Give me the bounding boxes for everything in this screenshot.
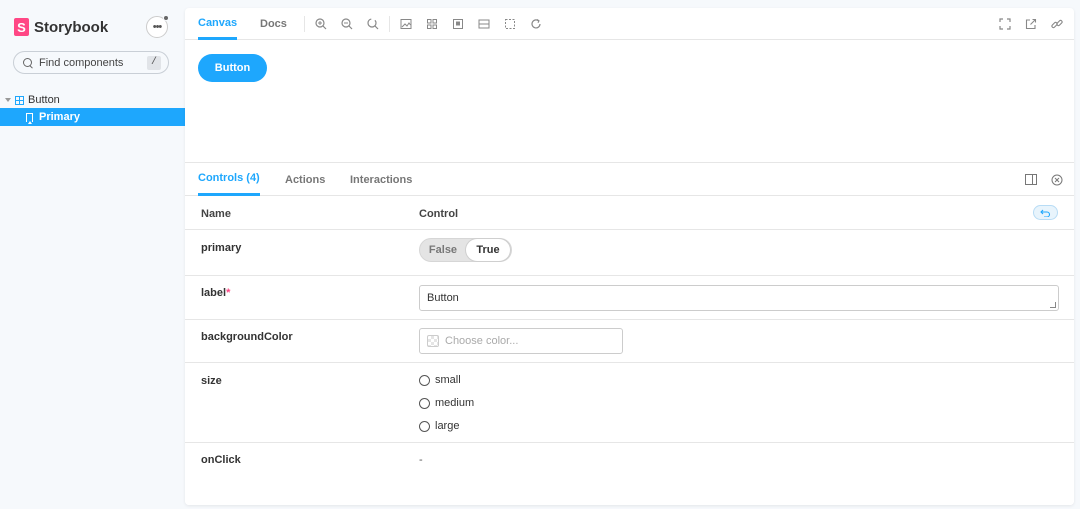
toolbar: Canvas Docs (185, 8, 1074, 40)
search-placeholder: Find components (39, 56, 124, 69)
radio-label: small (435, 374, 461, 386)
column-header-name: Name (201, 208, 231, 220)
addons-panel: Controls (4) Actions Interactions Name C… (185, 162, 1074, 505)
undo-icon (1040, 209, 1051, 217)
storybook-logo-icon: S (14, 18, 29, 36)
tab-canvas[interactable]: Canvas (198, 8, 238, 40)
control-row-size: size small medium large (185, 363, 1074, 443)
grid-icon[interactable] (425, 17, 439, 31)
tab-interactions[interactable]: Interactions (350, 163, 412, 196)
bookmark-icon (26, 112, 33, 124)
addon-tabs: Controls (4) Actions Interactions (185, 163, 1074, 196)
controls-table-header: Name Control (185, 196, 1074, 230)
required-marker: * (226, 287, 231, 299)
control-name: size (201, 375, 222, 387)
radio-button[interactable] (419, 397, 430, 409)
toggle-false-option[interactable]: False (420, 244, 466, 256)
control-name: backgroundColor (201, 331, 293, 343)
control-row-onClick: onClick - (185, 443, 1074, 505)
tab-actions[interactable]: Actions (285, 163, 325, 196)
radio-option-medium[interactable]: medium (419, 397, 474, 409)
tree-item-label: Primary (39, 111, 80, 123)
zoom-in-icon[interactable] (314, 17, 328, 31)
toolbar-divider (304, 16, 305, 32)
color-picker-field[interactable]: Choose color... (419, 328, 623, 354)
control-name: onClick (201, 454, 241, 466)
radio-button[interactable] (419, 420, 430, 432)
measure-icon[interactable] (477, 17, 491, 31)
toolbar-divider (389, 16, 390, 32)
remount-icon[interactable] (529, 17, 543, 31)
boolean-toggle[interactable]: False True (419, 238, 512, 262)
close-panel-icon[interactable] (1050, 173, 1063, 186)
radio-label: medium (435, 397, 475, 409)
label-text-field[interactable]: Button (419, 285, 1059, 311)
radio-button[interactable] (419, 374, 430, 386)
demo-primary-button[interactable]: Button (198, 54, 267, 82)
zoom-out-icon[interactable] (340, 17, 354, 31)
column-header-control: Control (419, 208, 459, 220)
chevron-down-icon (5, 98, 11, 102)
viewport-icon[interactable] (451, 17, 465, 31)
tab-docs[interactable]: Docs (260, 8, 287, 40)
control-name: primary (201, 242, 242, 254)
control-name-text: label (201, 287, 227, 299)
zoom-reset-icon[interactable] (366, 17, 380, 31)
color-swatch-icon[interactable] (427, 335, 439, 347)
radio-option-small[interactable]: small (419, 374, 461, 386)
open-new-tab-icon[interactable] (1024, 17, 1038, 31)
story-canvas: Button (185, 40, 1074, 162)
storybook-logo[interactable]: S Storybook (14, 17, 108, 37)
component-icon (15, 95, 24, 105)
control-name: label* (201, 287, 230, 299)
search-shortcut-key: / (147, 55, 161, 70)
control-row-primary: primary False True (185, 230, 1074, 276)
reset-controls-button[interactable] (1033, 205, 1058, 220)
copy-link-icon[interactable] (1050, 17, 1064, 31)
panel-orientation-icon[interactable] (1024, 173, 1037, 186)
control-row-label: label* Button (185, 276, 1074, 320)
control-row-backgroundColor: backgroundColor Choose color... (185, 320, 1074, 363)
tree-group-label: Button (28, 94, 60, 106)
sidebar: S Storybook ••• Find components / Button… (0, 0, 185, 509)
tree-group-button[interactable]: Button (0, 91, 185, 109)
color-placeholder: Choose color... (445, 335, 519, 347)
label-text-value: Button (427, 292, 459, 304)
brand-name: Storybook (34, 18, 109, 36)
tab-controls[interactable]: Controls (4) (198, 163, 260, 196)
resize-handle-icon[interactable] (1050, 302, 1056, 308)
search-input[interactable]: Find components / (13, 51, 169, 74)
outline-icon[interactable] (503, 17, 517, 31)
toggle-true-option[interactable]: True (466, 239, 510, 261)
radio-label: large (435, 420, 460, 432)
preview-panel: Canvas Docs Button Controls (4) Actions … (185, 8, 1074, 505)
notification-dot (163, 15, 169, 21)
radio-option-large[interactable]: large (419, 420, 459, 432)
search-icon (23, 57, 33, 68)
control-empty-value: - (419, 454, 423, 466)
fullscreen-icon[interactable] (998, 17, 1012, 31)
background-icon[interactable] (399, 17, 413, 31)
ellipsis-icon: ••• (152, 21, 163, 33)
tree-item-primary[interactable]: Primary (0, 108, 185, 126)
